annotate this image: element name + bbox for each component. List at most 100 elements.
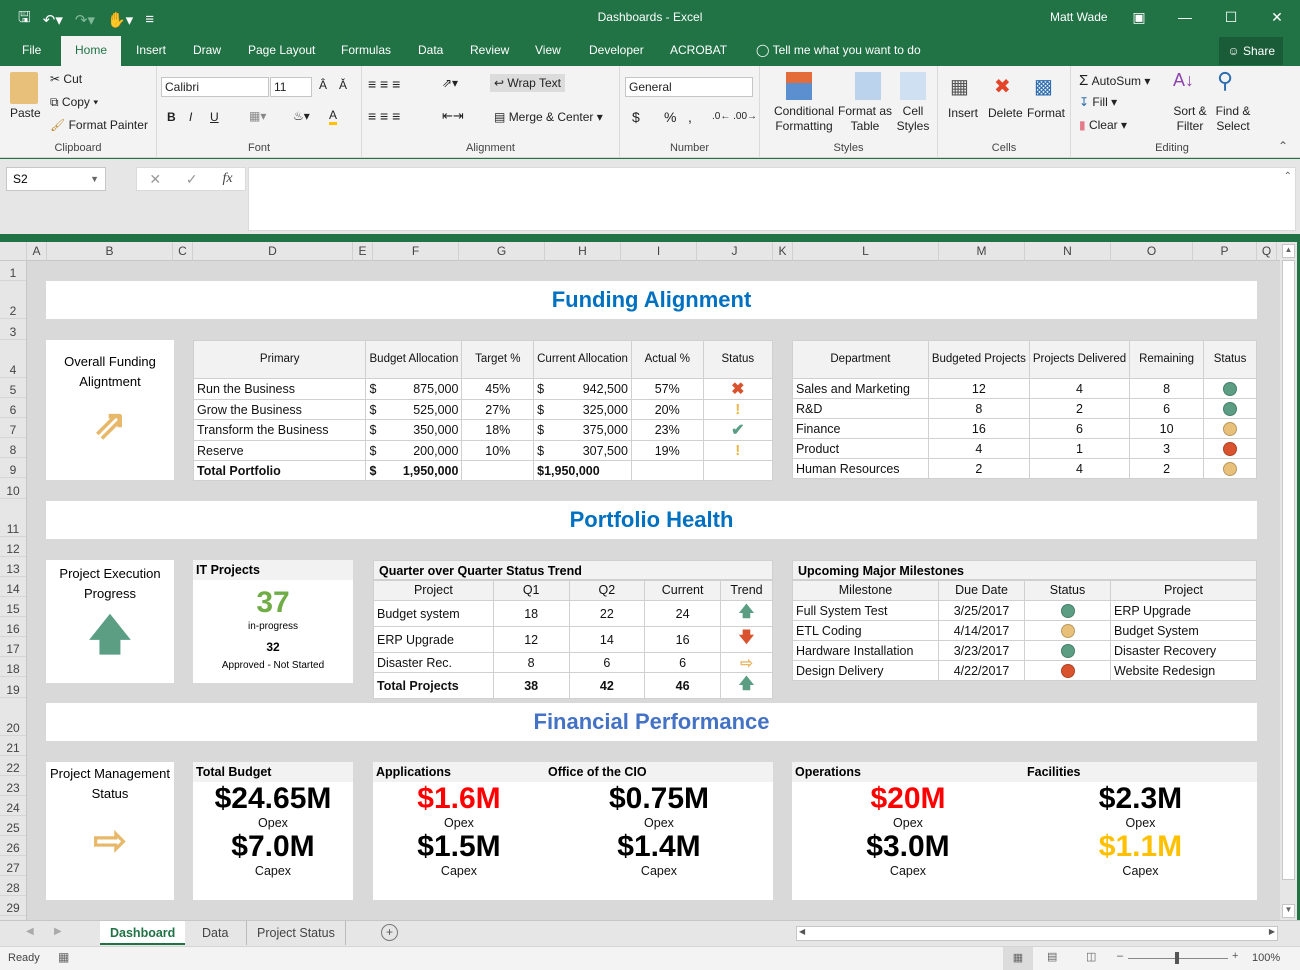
cancel-icon[interactable]: ✕ [149, 171, 161, 188]
row-header[interactable]: 24 [0, 796, 26, 816]
page-layout-view-icon[interactable]: ▤ [1047, 950, 1057, 963]
column-header[interactable]: J [697, 242, 773, 261]
autosum-button[interactable]: Σ AutoSum ▾ [1079, 72, 1150, 89]
row-header[interactable]: 29 [0, 896, 26, 916]
insert-function-icon[interactable]: fx [222, 171, 232, 187]
cut-button[interactable]: ✂ Cut [50, 72, 82, 86]
row-header[interactable]: 10 [0, 478, 26, 499]
tab-review[interactable]: Review [462, 34, 517, 66]
row-header[interactable]: 25 [0, 816, 26, 836]
row-header[interactable]: 20 [0, 698, 26, 736]
row-header[interactable]: 6 [0, 398, 26, 418]
delete-button[interactable]: Delete [988, 106, 1023, 120]
row-header[interactable]: 5 [0, 378, 26, 398]
format-as-table-button[interactable]: Format as Table [838, 104, 892, 134]
macro-record-icon[interactable]: ▦ [58, 950, 69, 964]
formula-input[interactable] [248, 167, 1296, 231]
scroll-up-icon[interactable]: ▲ [1282, 244, 1295, 258]
indent-icon[interactable]: ⇤⇥ [442, 108, 464, 124]
row-header[interactable]: 27 [0, 856, 26, 876]
insert-button[interactable]: Insert [948, 106, 978, 120]
row-header[interactable]: 11 [0, 499, 26, 537]
select-all-corner[interactable] [0, 242, 27, 261]
clear-button[interactable]: ▮ Clear ▾ [1079, 118, 1127, 132]
prev-sheet-icon[interactable]: ◀ [26, 926, 34, 937]
percent-button[interactable]: % [664, 109, 676, 125]
column-header[interactable]: N [1025, 242, 1111, 261]
row-header[interactable]: 13 [0, 557, 26, 577]
borders-icon[interactable]: ▦▾ [249, 109, 266, 123]
row-header[interactable]: 16 [0, 617, 26, 637]
sheet-tab-project-status[interactable]: Project Status [246, 921, 346, 945]
paste-icon[interactable] [10, 72, 38, 104]
horizontal-scrollbar[interactable]: ◀ ▶ [796, 926, 1278, 941]
row-header[interactable]: 26 [0, 836, 26, 856]
row-header[interactable]: 28 [0, 876, 26, 896]
scroll-right-icon[interactable]: ▶ [1269, 927, 1275, 936]
expand-formula-icon[interactable]: ⌃ [1284, 171, 1292, 182]
column-header[interactable]: H [545, 242, 621, 261]
tab-developer[interactable]: Developer [581, 34, 652, 66]
next-sheet-icon[interactable]: ▶ [54, 926, 62, 937]
decimal-icons[interactable]: .0← .00→ [712, 111, 757, 122]
column-header[interactable]: F [373, 242, 459, 261]
row-header[interactable]: 3 [0, 319, 26, 340]
grow-font-icon[interactable]: Â [319, 78, 327, 92]
fill-color-icon[interactable]: ♨▾ [293, 109, 310, 123]
tab-page-layout[interactable]: Page Layout [240, 34, 323, 66]
copy-button[interactable]: ⧉ Copy ▾ [50, 95, 98, 110]
format-painter-button[interactable]: 🖌 Format Painter [50, 118, 148, 132]
row-header[interactable]: 23 [0, 776, 26, 796]
column-header[interactable]: D [193, 242, 353, 261]
zoom-level[interactable]: 100% [1252, 952, 1280, 964]
tab-view[interactable]: View [527, 34, 569, 66]
row-header[interactable]: 15 [0, 597, 26, 617]
zoom-in-icon[interactable]: + [1232, 950, 1238, 962]
number-format-select[interactable]: General [625, 77, 753, 97]
comma-button[interactable]: , [688, 109, 692, 125]
align-top-icon[interactable]: ≡ ≡ ≡ [368, 76, 400, 92]
row-header[interactable]: 19 [0, 677, 26, 698]
merge-center-button[interactable]: ▤ Merge & Center ▾ [494, 110, 603, 124]
column-header[interactable]: Q [1257, 242, 1277, 261]
tab-home[interactable]: Home [61, 36, 122, 66]
sheet-tab-dashboard[interactable]: Dashboard [100, 921, 186, 945]
row-header[interactable]: 22 [0, 756, 26, 776]
column-header[interactable]: M [939, 242, 1025, 261]
row-header[interactable]: 9 [0, 458, 26, 478]
vertical-scrollbar[interactable]: ▲ ▼ [1280, 242, 1297, 920]
row-header[interactable]: 2 [0, 281, 26, 319]
currency-button[interactable]: $ [632, 109, 640, 125]
column-header[interactable]: O [1111, 242, 1193, 261]
row-header[interactable]: 12 [0, 537, 26, 557]
row-header[interactable]: 18 [0, 657, 26, 677]
worksheet-grid[interactable]: Funding Alignment Overall Funding Alignt… [27, 261, 1280, 920]
orientation-icon[interactable]: ⇗▾ [442, 76, 458, 90]
column-header[interactable]: G [459, 242, 545, 261]
scroll-left-icon[interactable]: ◀ [799, 927, 805, 936]
tab-file[interactable]: File [14, 34, 49, 66]
find-select-button[interactable]: Find & Select [1211, 104, 1255, 134]
fill-button[interactable]: ↧ Fill ▾ [1079, 95, 1117, 109]
row-header[interactable]: 21 [0, 736, 26, 756]
shrink-font-icon[interactable]: Ǎ [339, 78, 347, 92]
paste-button[interactable]: Paste [10, 106, 41, 120]
row-header[interactable]: 1 [0, 261, 26, 281]
align-left-icon[interactable]: ≡ ≡ ≡ [368, 108, 400, 124]
italic-button[interactable]: I [189, 110, 192, 124]
tab-acrobat[interactable]: ACROBAT [662, 34, 735, 66]
row-header[interactable]: 14 [0, 577, 26, 597]
row-header[interactable]: 7 [0, 418, 26, 438]
scroll-thumb[interactable] [1282, 260, 1295, 880]
column-header[interactable]: I [621, 242, 697, 261]
page-break-view-icon[interactable]: ◫ [1086, 950, 1096, 963]
zoom-slider-handle[interactable] [1175, 952, 1179, 964]
scroll-down-icon[interactable]: ▼ [1282, 904, 1295, 918]
user-name[interactable]: Matt Wade [1050, 10, 1108, 24]
column-header[interactable]: P [1193, 242, 1257, 261]
tab-formulas[interactable]: Formulas [333, 34, 399, 66]
sort-filter-button[interactable]: Sort & Filter [1169, 104, 1211, 134]
column-header[interactable]: L [793, 242, 939, 261]
share-button[interactable]: ☺ Share [1219, 37, 1283, 65]
bold-button[interactable]: B [167, 110, 176, 124]
